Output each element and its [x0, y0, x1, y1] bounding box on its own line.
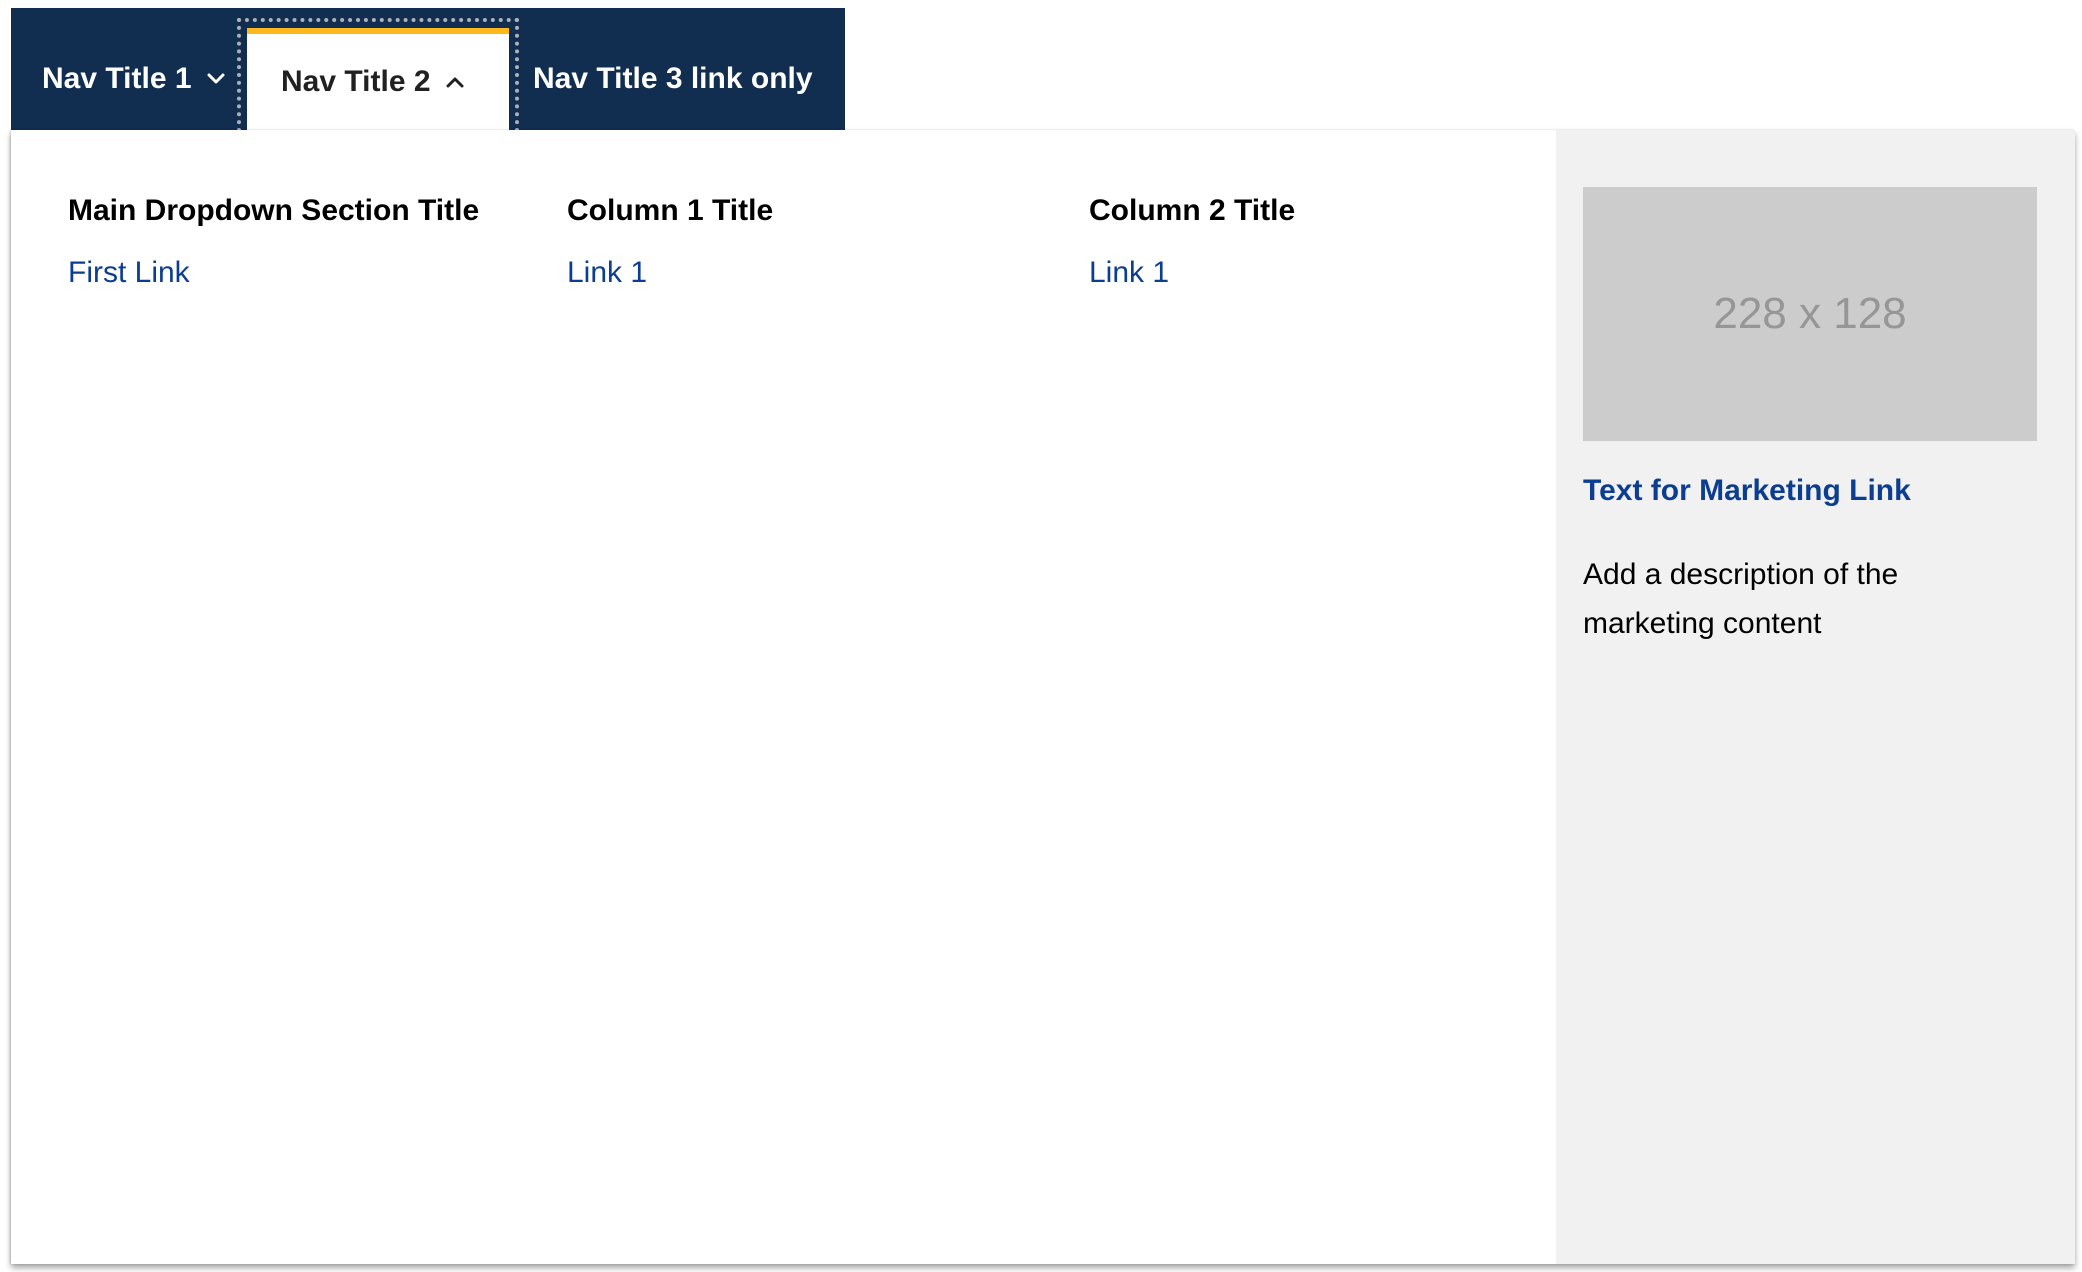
column-2-title: Column 2 Title: [1089, 194, 1296, 227]
image-placeholder-label: 228 x 128: [1713, 289, 1907, 338]
nav-item-title-1[interactable]: Nav Title 1: [11, 8, 247, 130]
nav-item-label: Nav Title 2: [281, 65, 431, 98]
primary-nav: Nav Title 1 Nav Title 2 Nav Title 3 link…: [11, 8, 845, 140]
nav-item-title-2[interactable]: Nav Title 2: [237, 18, 519, 140]
chevron-down-icon: [206, 69, 226, 89]
main-section-link-first[interactable]: First Link: [68, 255, 538, 291]
marketing-link[interactable]: Text for Marketing Link: [1583, 473, 1911, 509]
column-2-link-1[interactable]: Link 1: [1089, 255, 1509, 291]
dropdown-column-2: Column 2 Title Link 1: [1089, 193, 1509, 291]
page: Nav Title 1 Nav Title 2 Nav Title 3 link…: [0, 0, 2082, 1272]
column-1-title: Column 1 Title: [567, 194, 774, 227]
marketing-sidebar: 228 x 128 Text for Marketing Link Add a …: [1556, 130, 2075, 1264]
nav-item-label: Nav Title 1: [42, 62, 192, 95]
main-section-title: Main Dropdown Section Title: [68, 194, 480, 227]
chevron-up-icon: [445, 72, 465, 92]
marketing-image-placeholder: 228 x 128: [1583, 187, 2037, 441]
nav-item-label: Nav Title 3 link only: [533, 62, 813, 95]
marketing-description: Add a description of the marketing conte…: [1583, 558, 1899, 640]
column-1-link-1[interactable]: Link 1: [567, 255, 1047, 291]
nav-item-title-3-link[interactable]: Nav Title 3 link only: [509, 8, 845, 130]
dropdown-main-section: Main Dropdown Section Title First Link: [68, 193, 538, 291]
dropdown-column-1: Column 1 Title Link 1: [567, 193, 1047, 291]
dropdown-panel: Main Dropdown Section Title First Link C…: [11, 130, 2075, 1264]
